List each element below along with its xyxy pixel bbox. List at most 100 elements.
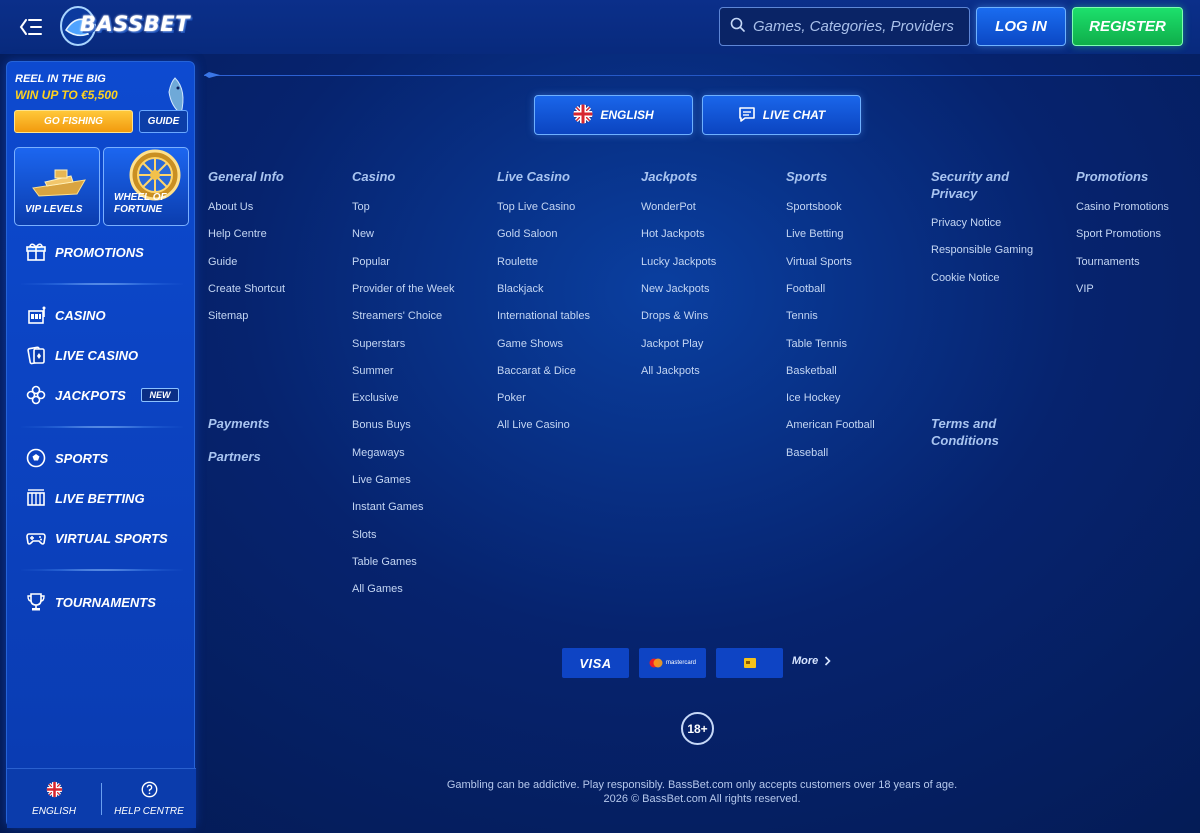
footer-column: Jackpots WonderPot Hot Jackpots Lucky Jackp… bbox=[641, 168, 761, 377]
terms-heading[interactable]: Terms and Conditions bbox=[931, 415, 999, 449]
footer-link[interactable]: Basketball bbox=[786, 365, 837, 377]
footer-link[interactable]: Tennis bbox=[786, 310, 818, 322]
footer-column-title: Sports bbox=[786, 169, 828, 184]
guide-button[interactable]: GUIDE bbox=[139, 110, 188, 133]
footer-link[interactable]: Baseball bbox=[786, 447, 828, 459]
gift-icon bbox=[25, 241, 47, 263]
chevron-right-icon bbox=[825, 656, 831, 666]
search-input[interactable] bbox=[753, 18, 963, 35]
footer-link[interactable]: Top bbox=[352, 201, 370, 213]
search-bar[interactable] bbox=[719, 7, 970, 46]
footer-column-title: Jackpots bbox=[641, 169, 698, 184]
go-fishing-button[interactable]: GO FISHING bbox=[14, 110, 133, 133]
footer-link[interactable]: Live Games bbox=[352, 474, 411, 486]
footer-link[interactable]: About Us bbox=[208, 201, 253, 213]
uk-flag-icon bbox=[573, 104, 593, 127]
footer-link[interactable]: Top Live Casino bbox=[497, 201, 575, 213]
footer-link[interactable]: Baccarat & Dice bbox=[497, 365, 576, 377]
footer-link[interactable]: Sitemap bbox=[208, 310, 248, 322]
footer-link[interactable]: Table Tennis bbox=[786, 338, 847, 350]
footer-link[interactable]: Live Betting bbox=[786, 228, 843, 240]
footer-link[interactable]: Responsible Gaming bbox=[931, 244, 1033, 256]
footer-link[interactable]: Instant Games bbox=[352, 501, 424, 513]
footer-link[interactable]: Streamers' Choice bbox=[352, 310, 442, 322]
footer-column: Casino Top New Popular Provider of the Week S… bbox=[352, 168, 472, 595]
footer-link[interactable]: WonderPot bbox=[641, 201, 696, 213]
footer-link[interactable]: Popular bbox=[352, 256, 390, 268]
sidebar-item-label: CASINO bbox=[55, 307, 106, 323]
sidebar-item-label: TOURNAMENTS bbox=[55, 594, 156, 610]
footer-link[interactable]: New bbox=[352, 228, 374, 240]
footer-link[interactable]: International tables bbox=[497, 310, 590, 322]
footer-link[interactable]: All Live Casino bbox=[497, 419, 570, 431]
footer-link[interactable]: Sportsbook bbox=[786, 201, 842, 213]
footer-link[interactable]: Exclusive bbox=[352, 392, 398, 404]
sidebar: REEL IN THE BIG WIN UP TO €5,500 GO FISH… bbox=[6, 61, 196, 828]
footer-column-title: Security and Privacy bbox=[931, 169, 1010, 201]
footer-link[interactable]: Bonus Buys bbox=[352, 419, 411, 431]
footer-link[interactable]: Hot Jackpots bbox=[641, 228, 705, 240]
footer-link[interactable]: Gold Saloon bbox=[497, 228, 558, 240]
footer-link[interactable]: Ice Hockey bbox=[786, 392, 840, 404]
sidebar-item-promotions[interactable]: PROMOTIONS bbox=[25, 240, 144, 264]
wheel-of-fortune-label: WHEEL OF FORTUNE bbox=[114, 192, 167, 215]
sidebar-item-jackpots[interactable]: JACKPOTS bbox=[25, 383, 126, 407]
language-button[interactable]: ENGLISH bbox=[534, 95, 693, 135]
chat-icon bbox=[738, 105, 756, 126]
footer-link[interactable]: Lucky Jackpots bbox=[641, 256, 716, 268]
sidebar-item-live-betting[interactable]: LIVE BETTING bbox=[25, 486, 145, 510]
footer-link[interactable]: Cookie Notice bbox=[931, 272, 999, 284]
footer-link[interactable]: Poker bbox=[497, 392, 526, 404]
sidebar-help-label: HELP CENTRE bbox=[114, 806, 184, 817]
wheel-of-fortune-tile[interactable]: WHEEL OF FORTUNE bbox=[103, 147, 189, 226]
payments-heading[interactable]: Payments bbox=[208, 415, 269, 432]
sidebar-item-sports[interactable]: SPORTS bbox=[25, 446, 108, 470]
menu-collapse-icon[interactable] bbox=[18, 14, 44, 40]
footer-link[interactable]: Virtual Sports bbox=[786, 256, 852, 268]
more-payments-link[interactable]: More bbox=[792, 655, 831, 667]
casino-icon bbox=[25, 304, 47, 326]
footer-column-title: Promotions bbox=[1076, 169, 1149, 184]
soccer-ball-icon bbox=[25, 447, 47, 469]
sidebar-item-tournaments[interactable]: TOURNAMENTS bbox=[25, 590, 156, 614]
footer-link[interactable]: Provider of the Week bbox=[352, 283, 455, 295]
footer-link[interactable]: American Football bbox=[786, 419, 875, 431]
footer-link[interactable]: Help Centre bbox=[208, 228, 267, 240]
footer-link[interactable]: Blackjack bbox=[497, 283, 543, 295]
footer-link[interactable]: Roulette bbox=[497, 256, 538, 268]
footer-link[interactable]: Summer bbox=[352, 365, 394, 377]
footer-link[interactable]: All Games bbox=[352, 583, 403, 595]
footer-link[interactable]: Privacy Notice bbox=[931, 217, 1001, 229]
partners-heading[interactable]: Partners bbox=[208, 448, 261, 465]
footer-link[interactable]: New Jackpots bbox=[641, 283, 709, 295]
footer-link[interactable]: Megaways bbox=[352, 447, 405, 459]
live-chat-button[interactable]: LIVE CHAT bbox=[702, 95, 861, 135]
sidebar-item-casino[interactable]: CASINO bbox=[25, 303, 106, 327]
footer-link[interactable]: Football bbox=[786, 283, 825, 295]
footer-link[interactable]: Guide bbox=[208, 256, 237, 268]
footer-link[interactable]: Casino Promotions bbox=[1076, 201, 1169, 213]
footer-link[interactable]: Game Shows bbox=[497, 338, 563, 350]
disclaimer-text: Gambling can be addictive. Play responsi… bbox=[446, 779, 958, 791]
mastercard-logo: mastercard bbox=[639, 648, 706, 678]
footer-link[interactable]: Create Shortcut bbox=[208, 283, 285, 295]
footer-link[interactable]: All Jackpots bbox=[641, 365, 700, 377]
footer-link[interactable]: VIP bbox=[1076, 283, 1094, 295]
card-icon bbox=[743, 658, 756, 668]
divider bbox=[21, 426, 183, 428]
footer-link[interactable]: Sport Promotions bbox=[1076, 228, 1161, 240]
footer-link[interactable]: Superstars bbox=[352, 338, 405, 350]
login-button[interactable]: LOG IN bbox=[976, 7, 1066, 46]
register-button[interactable]: REGISTER bbox=[1072, 7, 1183, 46]
footer-link[interactable]: Drops & Wins bbox=[641, 310, 708, 322]
sidebar-item-live-casino[interactable]: LIVE CASINO bbox=[25, 343, 138, 367]
footer-link[interactable]: Table Games bbox=[352, 556, 417, 568]
card-logo bbox=[716, 648, 783, 678]
footer-link[interactable]: Jackpot Play bbox=[641, 338, 703, 350]
footer-link[interactable]: Tournaments bbox=[1076, 256, 1140, 268]
sidebar-item-virtual-sports[interactable]: VIRTUAL SPORTS bbox=[25, 526, 168, 550]
logo-text: BASSBET bbox=[80, 12, 190, 36]
divider bbox=[21, 569, 183, 571]
vip-levels-tile[interactable]: VIP LEVELS bbox=[14, 147, 100, 226]
footer-link[interactable]: Slots bbox=[352, 529, 376, 541]
